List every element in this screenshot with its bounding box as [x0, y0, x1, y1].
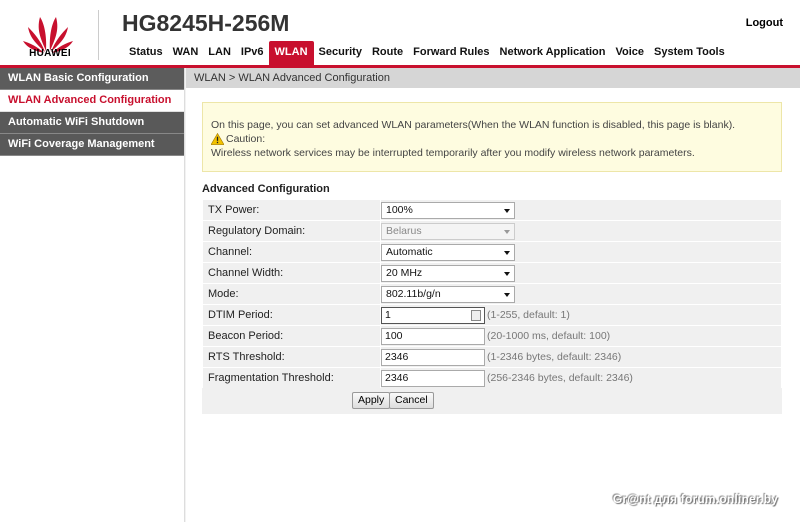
sidebar-item-wifi-coverage[interactable]: WiFi Coverage Management [0, 134, 184, 156]
header-divider [98, 10, 99, 60]
rts-threshold-input[interactable] [381, 348, 485, 366]
tx-power-select[interactable]: 100% [381, 201, 515, 219]
nav-network-application[interactable]: Network Application [495, 42, 611, 65]
regulatory-domain-select: Belarus [381, 222, 515, 240]
main-nav: Status WAN LAN IPv6 WLAN Security Route … [124, 41, 730, 65]
rts-threshold-hint: (1-2346 bytes, default: 2346) [487, 351, 622, 363]
nav-wan[interactable]: WAN [168, 42, 204, 65]
nav-status[interactable]: Status [124, 42, 168, 65]
channel-select[interactable]: Automatic [381, 243, 515, 261]
sidebar: WLAN Basic Configuration WLAN Advanced C… [0, 68, 185, 522]
caution-label: Caution: [226, 133, 266, 145]
mode-value: 802.11b/g/n [386, 287, 441, 300]
warning-icon [211, 133, 224, 145]
row-rts-threshold: RTS Threshold: (1-2346 bytes, default: 2… [202, 346, 782, 368]
row-channel: Channel: Automatic [202, 241, 782, 263]
mode-label: Mode: [202, 283, 381, 305]
channel-value: Automatic [386, 245, 433, 258]
tx-power-label: TX Power: [202, 199, 381, 221]
fragmentation-threshold-input[interactable] [381, 369, 485, 387]
apply-button[interactable]: Apply [352, 392, 391, 409]
row-regulatory-domain: Regulatory Domain: Belarus [202, 220, 782, 242]
nav-wlan[interactable]: WLAN [268, 41, 314, 65]
watermark: Gr@nt для forum.onliner.by [612, 492, 778, 506]
spinner-icon[interactable] [471, 309, 481, 321]
row-fragmentation-threshold: Fragmentation Threshold: (256-2346 bytes… [202, 367, 782, 389]
chevron-down-icon [504, 229, 510, 234]
nav-lan[interactable]: LAN [203, 42, 236, 65]
brand-name: HUAWEI [29, 48, 71, 59]
caution-text: Wireless network services may be interru… [211, 147, 695, 159]
device-title: HG8245H-256M [122, 10, 290, 36]
fragmentation-threshold-hint: (256-2346 bytes, default: 2346) [487, 372, 633, 384]
nav-security[interactable]: Security [314, 42, 367, 65]
channel-width-label: Channel Width: [202, 262, 381, 284]
row-beacon-period: Beacon Period: (20-1000 ms, default: 100… [202, 325, 782, 347]
chevron-down-icon [504, 271, 510, 276]
dtim-period-input[interactable] [381, 306, 485, 324]
caution-row: Caution: [211, 132, 773, 146]
nav-voice[interactable]: Voice [610, 42, 649, 65]
nav-ipv6[interactable]: IPv6 [236, 42, 269, 65]
nav-forward-rules[interactable]: Forward Rules [408, 42, 494, 65]
tx-power-value: 100% [386, 203, 413, 216]
logout-link[interactable]: Logout [746, 17, 783, 29]
beacon-period-label: Beacon Period: [202, 325, 381, 347]
chevron-down-icon [504, 292, 510, 297]
row-tx-power: TX Power: 100% [202, 199, 782, 221]
regulatory-domain-value: Belarus [386, 224, 422, 237]
button-row: Apply Cancel [202, 388, 782, 414]
nav-route[interactable]: Route [367, 42, 408, 65]
breadcrumb: WLAN > WLAN Advanced Configuration [186, 68, 800, 88]
sidebar-item-wlan-advanced[interactable]: WLAN Advanced Configuration [0, 90, 184, 112]
chevron-down-icon [504, 208, 510, 213]
sidebar-item-wlan-basic[interactable]: WLAN Basic Configuration [0, 68, 184, 90]
cancel-button[interactable]: Cancel [389, 392, 434, 409]
rts-threshold-label: RTS Threshold: [202, 346, 381, 368]
dtim-period-hint: (1-255, default: 1) [487, 309, 570, 321]
mode-select[interactable]: 802.11b/g/n [381, 285, 515, 303]
row-mode: Mode: 802.11b/g/n [202, 283, 782, 305]
fragmentation-threshold-label: Fragmentation Threshold: [202, 367, 381, 389]
row-dtim-period: DTIM Period: (1-255, default: 1) [202, 304, 782, 326]
chevron-down-icon [504, 250, 510, 255]
regulatory-domain-label: Regulatory Domain: [202, 220, 381, 242]
row-channel-width: Channel Width: 20 MHz [202, 262, 782, 284]
sidebar-item-auto-wifi-shutdown[interactable]: Automatic WiFi Shutdown [0, 112, 184, 134]
channel-width-select[interactable]: 20 MHz [381, 264, 515, 282]
content-area: WLAN > WLAN Advanced Configuration On th… [186, 68, 800, 522]
beacon-period-input[interactable] [381, 327, 485, 345]
dtim-period-label: DTIM Period: [202, 304, 381, 326]
beacon-period-hint: (20-1000 ms, default: 100) [487, 330, 611, 342]
channel-label: Channel: [202, 241, 381, 263]
notice-text: On this page, you can set advanced WLAN … [211, 119, 736, 131]
nav-system-tools[interactable]: System Tools [649, 42, 730, 65]
section-title: Advanced Configuration [202, 183, 330, 195]
advanced-config-table: TX Power: 100% Regulatory Domain: Belaru… [202, 199, 782, 389]
header: HUAWEI HG8245H-256M Logout Status WAN LA… [0, 0, 800, 65]
info-notice: On this page, you can set advanced WLAN … [202, 102, 782, 172]
channel-width-value: 20 MHz [386, 266, 423, 279]
